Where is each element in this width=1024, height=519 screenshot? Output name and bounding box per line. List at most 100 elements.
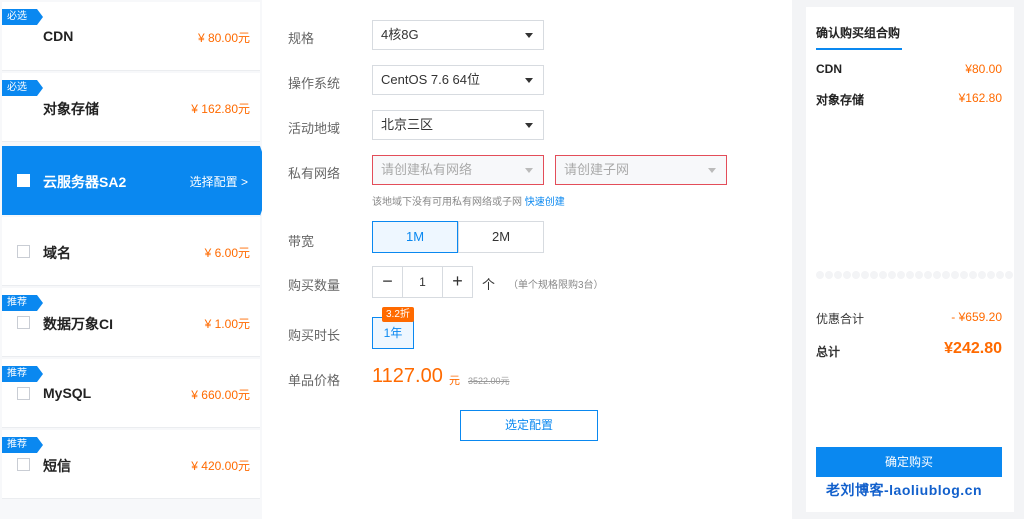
perforation-dot (924, 271, 932, 279)
required-tag: 必选 (2, 9, 43, 25)
select-config-button[interactable]: 选定配置 (460, 410, 598, 441)
product-checkbox[interactable] (17, 458, 30, 471)
caret-down-icon (708, 168, 716, 173)
required-tag: 必选 (2, 80, 43, 96)
network-hint: 该地域下没有可用私有网络或子网 快速创建 (372, 197, 565, 208)
product-checkbox[interactable] (17, 316, 30, 329)
product-item-sms[interactable]: 推荐 短信 ¥ 420.00元 (2, 430, 260, 499)
quantity-unit: 个 (482, 277, 496, 292)
product-price: ¥ 660.00元 (191, 388, 250, 402)
subnet-select[interactable]: 请创建子网 (555, 155, 727, 185)
total-value: ¥242.80 (944, 340, 1002, 357)
perforation-dot (888, 271, 896, 279)
product-item-cvm-sa2[interactable]: 云服务器SA2 选择配置 > (2, 146, 272, 216)
product-name: 数据万象CI (43, 316, 113, 332)
product-checkbox[interactable] (17, 174, 30, 187)
product-name: 对象存储 (43, 101, 99, 117)
spec-label: 规格 (288, 31, 315, 46)
product-price: ¥ 162.80元 (191, 102, 250, 116)
bandwidth-option-2m[interactable]: 2M (458, 221, 544, 253)
discount-badge: 3.2折 (382, 307, 414, 322)
region-select[interactable]: 北京三区 (372, 110, 544, 140)
perforation-dot (870, 271, 878, 279)
perforation-dot (861, 271, 869, 279)
quantity-input[interactable]: 1 (403, 267, 442, 297)
os-label: 操作系统 (288, 76, 341, 91)
quick-create-link[interactable]: 快速创建 (525, 197, 565, 208)
product-name: 短信 (43, 458, 71, 474)
os-select[interactable]: CentOS 7.6 64位 (372, 65, 544, 95)
summary-item-name: CDN (816, 62, 842, 76)
recommend-tag: 推荐 (2, 437, 43, 453)
minus-button[interactable]: − (373, 267, 403, 297)
product-name: 云服务器SA2 (43, 174, 127, 190)
discount-total-label: 优惠合计 (816, 312, 865, 326)
vpc-select[interactable]: 请创建私有网络 (372, 155, 544, 185)
product-price: ¥ 420.00元 (191, 459, 250, 473)
region-label: 活动地域 (288, 121, 341, 136)
quantity-stepper: − 1 + (372, 266, 473, 298)
quantity-limit: （单个规格限购3台） (508, 280, 604, 291)
product-price: ¥ 1.00元 (204, 317, 250, 331)
config-panel: 规格 4核8G 操作系统 CentOS 7.6 64位 活动地域 北京三区 私有… (262, 0, 792, 519)
product-item-cdn[interactable]: 必选 CDN ¥ 80.00元 (2, 2, 260, 71)
total-label: 总计 (816, 345, 841, 359)
bandwidth-option-1m[interactable]: 1M (372, 221, 458, 253)
recommend-tag: 推荐 (2, 366, 43, 382)
product-name: CDN (43, 28, 74, 44)
perforation-dot (996, 271, 1004, 279)
spec-select[interactable]: 4核8G (372, 20, 544, 50)
perforation-dot (897, 271, 905, 279)
discount-total-value: - ¥659.20 (951, 310, 1002, 324)
subnet-placeholder: 请创建子网 (564, 162, 630, 177)
product-item-object-storage[interactable]: 必选 对象存储 ¥ 162.80元 (2, 73, 260, 142)
summary-title: 确认购买组合购 (816, 26, 901, 40)
caret-down-icon (525, 123, 533, 128)
product-list: 必选 CDN ¥ 80.00元 必选 对象存储 ¥ 162.80元 云服务器SA… (0, 0, 272, 519)
plus-button[interactable]: + (442, 267, 472, 297)
product-price: ¥ 80.00元 (197, 31, 250, 45)
ticket-perforation (806, 269, 1014, 281)
title-underline (816, 48, 902, 50)
product-item-ci[interactable]: 推荐 数据万象CI ¥ 1.00元 (2, 288, 260, 357)
product-price: ¥ 6.00元 (204, 246, 250, 260)
caret-down-icon (525, 33, 533, 38)
duration-label: 购买时长 (288, 328, 341, 343)
perforation-dot (942, 271, 950, 279)
order-summary: 确认购买组合购 CDN ¥80.00 对象存储 ¥162.80 优惠合计 - ¥… (806, 7, 1014, 512)
spec-value: 4核8G (381, 27, 419, 42)
unit-price-suffix: 元 (449, 375, 460, 387)
recommend-tag: 推荐 (2, 295, 43, 311)
product-checkbox[interactable] (17, 387, 30, 400)
product-item-domain[interactable]: 域名 ¥ 6.00元 (2, 217, 260, 286)
network-label: 私有网络 (288, 166, 341, 181)
product-name: MySQL (43, 385, 92, 401)
perforation-dot (933, 271, 941, 279)
perforation-dot (843, 271, 851, 279)
perforation-dot (906, 271, 914, 279)
bandwidth-label: 带宽 (288, 234, 315, 249)
perforation-dot (834, 271, 842, 279)
quantity-label: 购买数量 (288, 278, 341, 293)
caret-down-icon (525, 168, 533, 173)
perforation-dot (960, 271, 968, 279)
product-name: 域名 (43, 245, 71, 261)
perforation-dot (915, 271, 923, 279)
summary-item-price: ¥162.80 (958, 91, 1002, 105)
unit-price-label: 单品价格 (288, 373, 341, 388)
select-config-link[interactable]: 选择配置 > (190, 173, 248, 190)
summary-item-price: ¥80.00 (965, 62, 1002, 76)
perforation-dot (978, 271, 986, 279)
perforation-dot (951, 271, 959, 279)
perforation-dot (825, 271, 833, 279)
product-checkbox[interactable] (17, 245, 30, 258)
perforation-dot (1005, 271, 1013, 279)
summary-item-name: 对象存储 (816, 93, 865, 107)
perforation-dot (879, 271, 887, 279)
perforation-dot (852, 271, 860, 279)
region-value: 北京三区 (381, 117, 434, 132)
perforation-dot (816, 271, 824, 279)
confirm-purchase-button[interactable]: 确定购买 (816, 447, 1002, 477)
product-item-mysql[interactable]: 推荐 MySQL ¥ 660.00元 (2, 359, 260, 428)
original-price: 3522.00元 (468, 376, 510, 386)
